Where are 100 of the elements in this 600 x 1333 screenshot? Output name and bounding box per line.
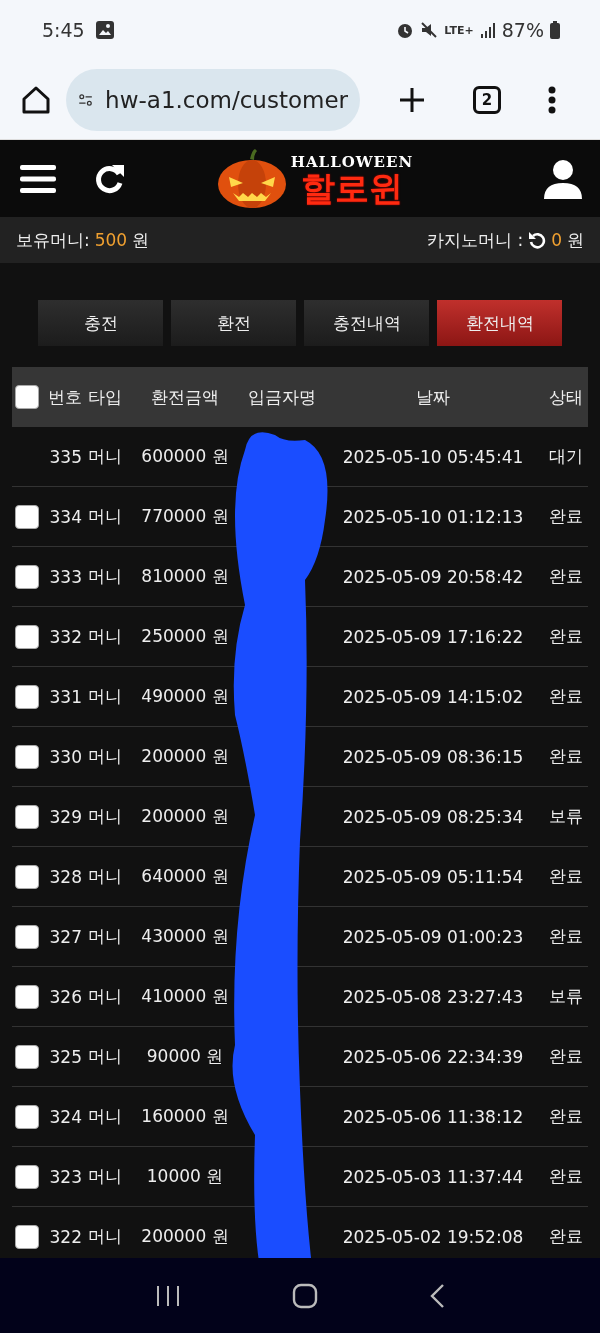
column-header: 번호: [47, 385, 82, 409]
checkbox[interactable]: [15, 1044, 39, 1069]
user-icon[interactable]: [544, 158, 582, 199]
table-cell-text: 2025-05-08 23:27:43: [341, 986, 525, 1007]
column-header: 상태: [548, 385, 584, 409]
checkbox[interactable]: [15, 984, 39, 1009]
table-cell-text: 2025-05-09 08:25:34: [341, 806, 525, 827]
table-cell-text: 810000 원: [140, 565, 230, 588]
checkbox[interactable]: [15, 744, 39, 769]
table-cell-text: 완료: [548, 625, 584, 648]
clock-time: 5:45: [42, 19, 85, 41]
table-cell-text: 2025-05-09 08:36:15: [341, 746, 525, 767]
table-cell-text: 333: [48, 566, 82, 587]
table-cell-text: 410000 원: [140, 985, 230, 1008]
table-cell-text: 770000 원: [140, 505, 230, 528]
checkbox[interactable]: [15, 624, 39, 649]
checkbox[interactable]: [15, 1104, 39, 1129]
menu-icon[interactable]: [20, 163, 56, 194]
tab-count[interactable]: 2: [473, 85, 501, 114]
checkbox[interactable]: [15, 864, 39, 889]
table-cell-text: 600000 원: [140, 445, 230, 468]
image-icon: [94, 20, 115, 40]
checkbox[interactable]: [15, 924, 39, 949]
table-cell-text: 200000 원: [140, 805, 230, 828]
table-cell-text: 90000 원: [145, 1045, 225, 1068]
checkbox[interactable]: [15, 684, 39, 709]
table-cell-text: 머니: [87, 1045, 123, 1068]
checkbox[interactable]: [15, 804, 39, 829]
table-cell-text: 325: [48, 1046, 82, 1067]
signal-icon: [479, 21, 496, 39]
table-cell-text: 250000 원: [140, 625, 230, 648]
table-cell-text: 머니: [87, 505, 123, 528]
mute-icon: [420, 21, 439, 39]
table-cell-text: 200000 원: [140, 745, 230, 768]
refresh-icon[interactable]: [528, 231, 547, 249]
table-cell-text: 대기: [548, 445, 584, 468]
table-cell-text: 10000 원: [145, 1165, 225, 1188]
column-header: 입금자명: [247, 385, 317, 409]
table-cell-text: 2025-05-09 14:15:02: [341, 686, 525, 707]
table-cell-text: 324: [48, 1106, 82, 1127]
table-cell-text: 329: [48, 806, 82, 827]
tab[interactable]: 환전내역: [437, 300, 562, 346]
table-cell-text: 2025-05-09 17:16:22: [341, 626, 525, 647]
table-cell-text: 완료: [548, 565, 584, 588]
table-cell-text: 2025-05-06 11:38:12: [341, 1106, 525, 1127]
plus-icon[interactable]: [397, 85, 426, 114]
table-cell-text: 2025-05-09 20:58:42: [341, 566, 525, 587]
table-cell-text: 490000 원: [140, 685, 230, 708]
balance-amount: 500: [94, 230, 128, 250]
table-cell-text: 머니: [87, 565, 123, 588]
checkbox[interactable]: [15, 1164, 39, 1189]
table-cell-text: 335: [48, 446, 82, 467]
tab[interactable]: 충전: [38, 300, 163, 346]
table-cell-text: 334: [48, 506, 82, 527]
alarm-icon: [396, 21, 415, 39]
battery-level: 87%: [501, 19, 544, 41]
battery-icon: [550, 21, 560, 39]
tab[interactable]: 충전내역: [304, 300, 429, 346]
balance-label: 보유머니:: [16, 228, 90, 252]
network-type: LTE+: [444, 24, 474, 36]
home-button-icon[interactable]: [292, 1282, 318, 1309]
table-cell-text: 완료: [548, 1105, 584, 1128]
table-cell-text: 완료: [548, 865, 584, 888]
checkbox[interactable]: [15, 504, 39, 529]
table-cell-text: 332: [48, 626, 82, 647]
table-cell-text: 330: [48, 746, 82, 767]
table-cell-text: 완료: [548, 1045, 584, 1068]
table-cell-text: 2025-05-10 01:12:13: [341, 506, 525, 527]
table-cell-text: 완료: [548, 925, 584, 948]
table-cell-text: 2025-05-02 19:52:08: [341, 1226, 525, 1247]
table-cell-text: 머니: [87, 745, 123, 768]
casino-balance-amount: 0: [551, 230, 562, 250]
casino-balance-unit: 원: [567, 228, 584, 252]
table-cell-text: 323: [48, 1166, 82, 1187]
table-cell-text: 완료: [548, 1225, 584, 1248]
recents-icon[interactable]: [155, 1283, 182, 1308]
table-cell-text: 보류: [548, 985, 584, 1008]
casino-balance-label: 카지노머니 :: [427, 228, 524, 252]
checkbox[interactable]: [15, 1224, 39, 1249]
more-icon[interactable]: [548, 85, 557, 114]
table-cell-text: 머니: [87, 1105, 123, 1128]
checkbox[interactable]: [15, 564, 39, 589]
table-cell-text: 완료: [548, 685, 584, 708]
checkbox[interactable]: [15, 385, 39, 409]
address-bar[interactable]: hw-a1.com/customer: [66, 68, 360, 131]
table-cell-text: 머니: [87, 1165, 123, 1188]
refresh-icon[interactable]: [94, 162, 126, 195]
tab[interactable]: 환전: [171, 300, 296, 346]
table-cell-text: 완료: [548, 745, 584, 768]
logo-title: 할로윈: [301, 170, 403, 205]
table-cell-text: 머니: [87, 445, 123, 468]
table-cell-text: 322: [48, 1226, 82, 1247]
table-cell-text: 머니: [87, 625, 123, 648]
back-icon[interactable]: [428, 1282, 445, 1309]
table-cell-text: 2025-05-03 11:37:44: [341, 1166, 525, 1187]
table-cell-text: 328: [48, 866, 82, 887]
logo-tagline: HALLOWEEN: [290, 152, 414, 171]
table-cell-text: 머니: [87, 1225, 123, 1248]
table-cell-text: 2025-05-10 05:45:41: [341, 446, 525, 467]
table-cell-text: 머니: [87, 925, 123, 948]
